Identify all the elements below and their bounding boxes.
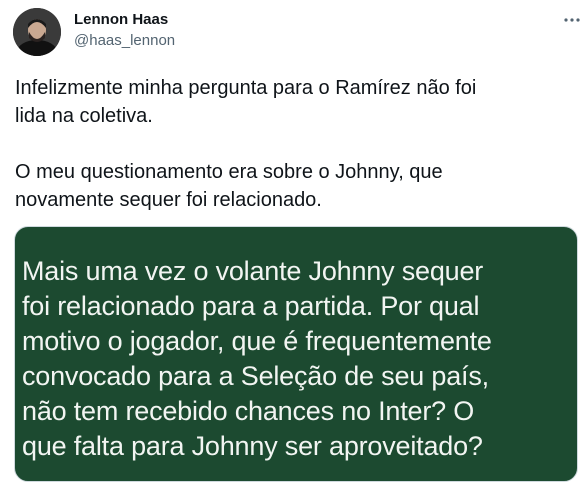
media-text: Mais uma vez o volante Johnny sequer foi… bbox=[22, 256, 492, 461]
more-dots-icon bbox=[564, 18, 580, 22]
avatar-image bbox=[13, 8, 61, 56]
author-display-name[interactable]: Lennon Haas bbox=[74, 11, 168, 28]
tweet-media-image[interactable]: Mais uma vez o volante Johnny sequer foi… bbox=[14, 226, 578, 482]
avatar[interactable] bbox=[13, 8, 61, 56]
tweet-text: Infelizmente minha pergunta para o Ramír… bbox=[15, 77, 477, 211]
more-options-button[interactable] bbox=[562, 10, 582, 30]
author-handle[interactable]: @haas_lennon bbox=[74, 32, 175, 49]
